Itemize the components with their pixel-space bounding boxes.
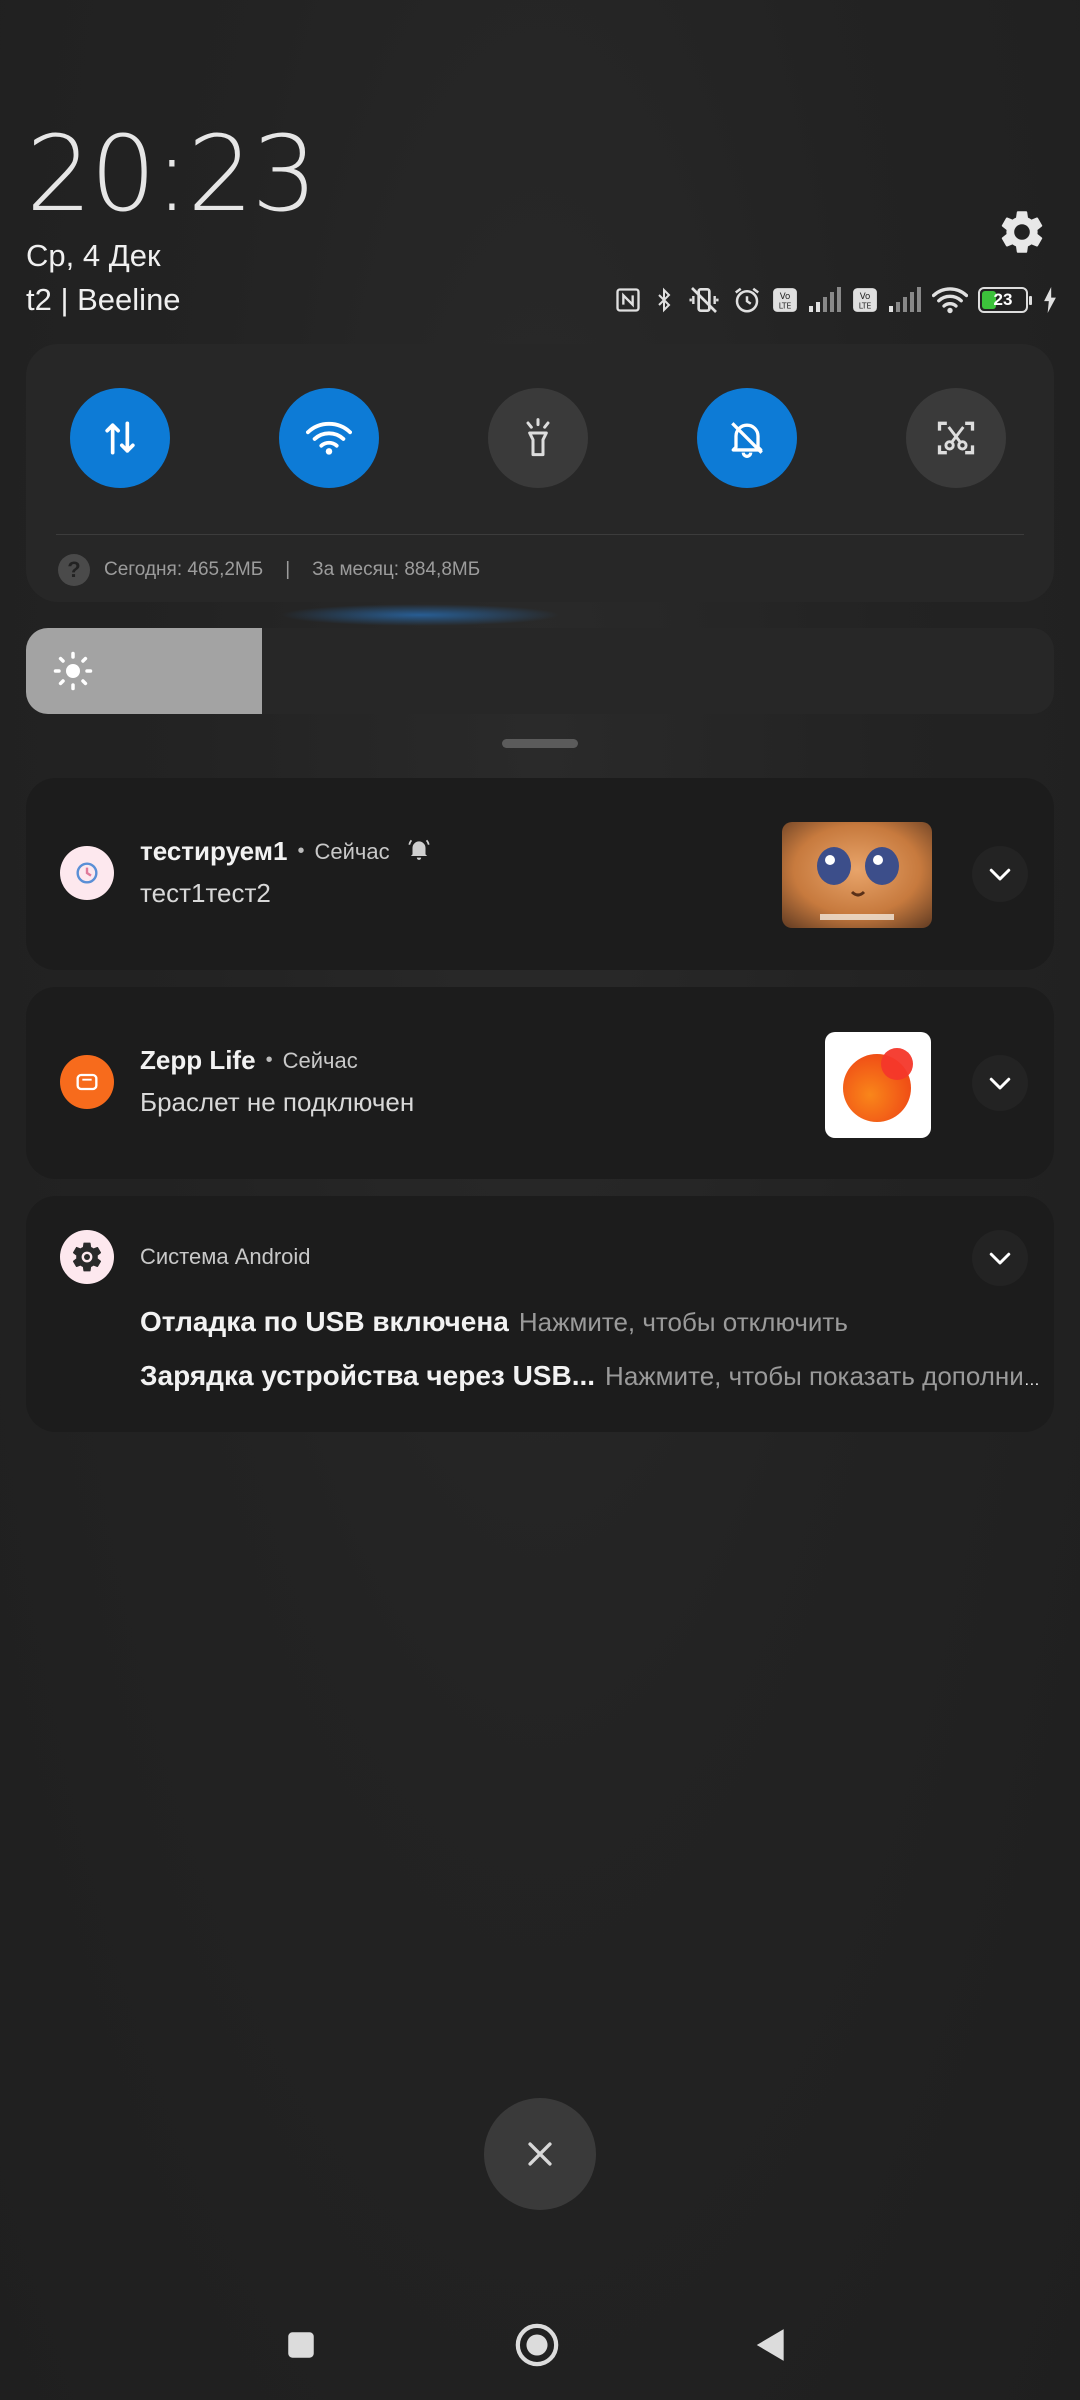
separator-dot: • xyxy=(297,840,305,862)
notification-card[interactable]: тестируем1 • Сейчас тест1тест2 xyxy=(26,778,1054,970)
screenshot-icon xyxy=(937,421,975,455)
status-bar-icons: Vo LTE Vo LTE 23 xyxy=(614,280,1058,320)
home-circle-icon xyxy=(515,2323,559,2367)
notification-thumbnail xyxy=(782,822,932,928)
navigation-bar xyxy=(0,2310,1080,2380)
mobile-data-toggle[interactable] xyxy=(70,388,170,488)
flashlight-toggle[interactable] xyxy=(488,388,588,488)
wifi-icon xyxy=(932,286,968,314)
close-icon xyxy=(528,2142,552,2166)
expand-button[interactable] xyxy=(972,1230,1028,1286)
alarm-icon xyxy=(732,285,762,315)
signal-icon xyxy=(888,287,922,313)
traffic-summary[interactable]: ? Сегодня: 465,2МБ | За месяц: 884,8МБ xyxy=(58,554,480,586)
divider xyxy=(56,534,1024,535)
bluetooth-icon xyxy=(652,284,676,316)
svg-text:Vo: Vo xyxy=(860,292,871,302)
volte-icon: Vo LTE xyxy=(772,287,798,313)
bell-off-icon xyxy=(731,422,763,458)
brightness-slider[interactable] xyxy=(26,628,1054,714)
brightness-sun-icon xyxy=(53,651,93,691)
svg-text:LTE: LTE xyxy=(779,302,792,311)
settings-gear-icon[interactable] xyxy=(996,206,1048,258)
notification-body: Браслет не подключен xyxy=(140,1087,415,1117)
battery-level: 23 xyxy=(993,290,1013,309)
clear-all-button[interactable] xyxy=(484,2098,596,2210)
expand-button[interactable] xyxy=(972,1055,1028,1111)
quick-settings-panel: ? Сегодня: 465,2МБ | За месяц: 884,8МБ xyxy=(26,344,1054,602)
charging-icon xyxy=(1042,287,1058,313)
zepp-logo-image xyxy=(825,1032,931,1138)
help-icon: ? xyxy=(58,554,90,586)
expand-button[interactable] xyxy=(972,846,1028,902)
android-system-icon xyxy=(60,1230,114,1284)
volte-icon: Vo LTE xyxy=(852,287,878,313)
carrier-label: t2 | Beeline xyxy=(26,282,181,317)
app-icon xyxy=(60,1055,114,1109)
page-indicator-glow xyxy=(280,604,560,626)
back-button[interactable] xyxy=(736,2310,806,2380)
usb-debug-title: Отладка по USB включена xyxy=(140,1306,509,1337)
notification-app-name: Система Android xyxy=(140,1244,311,1269)
mobile-data-icon xyxy=(105,421,135,455)
battery-icon: 23 xyxy=(978,287,1032,313)
traffic-month: За месяц: 884,8МБ xyxy=(312,559,481,580)
svg-text:LTE: LTE xyxy=(859,302,872,311)
usb-charging-title: Зарядка устройства через USB... xyxy=(140,1360,596,1391)
chevron-down-icon xyxy=(989,1077,1011,1090)
home-button[interactable] xyxy=(502,2310,572,2380)
wifi-icon xyxy=(306,422,352,455)
notification-body: тест1тест2 xyxy=(140,878,271,908)
notification-app-name: тестируем1 xyxy=(140,836,288,866)
usb-charging-text: Нажмите, чтобы показать дополнительные п… xyxy=(605,1361,1040,1391)
usb-charging-line[interactable]: Зарядка устройства через USB... Нажмите, … xyxy=(140,1360,1040,1392)
usb-debug-text: Нажмите, чтобы отключить xyxy=(518,1307,848,1337)
bell-ringing-icon xyxy=(406,836,432,867)
silent-mode-toggle[interactable] xyxy=(697,388,797,488)
usb-debug-line[interactable]: Отладка по USB включена Нажмите, чтобы от… xyxy=(140,1306,1040,1338)
chevron-down-icon xyxy=(989,1252,1011,1265)
recents-button[interactable] xyxy=(266,2310,336,2380)
chevron-down-icon xyxy=(989,868,1011,881)
notification-time: Сейчас xyxy=(282,1047,358,1073)
vibrate-off-icon xyxy=(686,284,722,316)
svg-text:Vo: Vo xyxy=(780,292,791,302)
back-triangle-icon xyxy=(756,2329,784,2361)
signal-icon xyxy=(808,287,842,313)
notification-time: Сейчас xyxy=(314,838,390,864)
separator-dot: • xyxy=(265,1049,273,1071)
app-icon xyxy=(60,846,114,900)
notification-card[interactable]: Zepp Life • Сейчас Браслет не подключен xyxy=(26,987,1054,1179)
wifi-toggle[interactable] xyxy=(279,388,379,488)
date-label: Ср, 4 Дек xyxy=(26,238,161,273)
traffic-separator: | xyxy=(285,559,291,580)
clock: 20:23 xyxy=(26,113,318,235)
traffic-today: Сегодня: 465,2МБ xyxy=(104,559,264,580)
recents-square-icon xyxy=(288,2332,314,2358)
nfc-icon xyxy=(614,286,642,314)
screenshot-toggle[interactable] xyxy=(906,388,1006,488)
drag-handle[interactable] xyxy=(502,739,578,748)
notification-app-name: Zepp Life xyxy=(140,1045,256,1075)
flashlight-icon xyxy=(526,418,550,457)
notification-card[interactable]: Система Android Отладка по USB включена Н… xyxy=(26,1196,1054,1432)
